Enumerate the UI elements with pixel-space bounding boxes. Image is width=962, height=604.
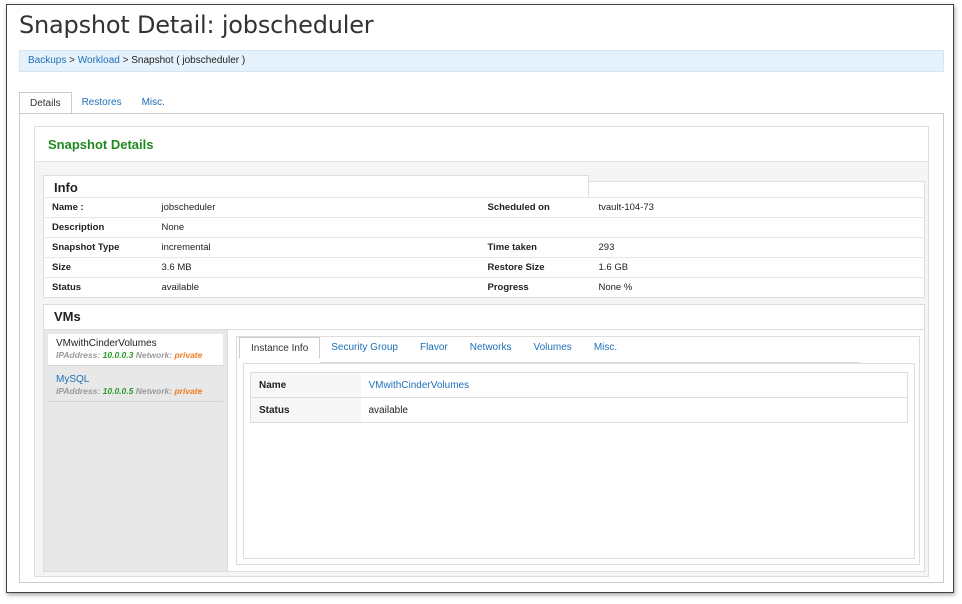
tab-volumes[interactable]: Volumes [522, 337, 582, 359]
vms-panel: VMwithCinderVolumes IPAddress: 10.0.0.3 … [43, 329, 925, 572]
breadcrumb-backups[interactable]: Backups [28, 55, 66, 66]
tab-flavor[interactable]: Flavor [409, 337, 459, 359]
info-value: None % [590, 277, 925, 298]
page-frame: Snapshot Detail: jobscheduler Backups > … [6, 4, 954, 593]
breadcrumb: Backups > Workload > Snapshot ( jobsched… [19, 50, 944, 72]
info-label: Restore Size [479, 257, 591, 278]
info-value [590, 217, 925, 238]
tab-instance-info[interactable]: Instance Info [239, 337, 321, 359]
info-label [479, 217, 591, 238]
vm-network-label: Network: [135, 386, 173, 396]
instance-info-panel: Name VMwithCinderVolumes Status availabl… [243, 363, 915, 559]
main-tabs: Details Restores Misc. [19, 92, 175, 114]
tab-restores[interactable]: Restores [72, 92, 132, 114]
details-tab-panel: Snapshot Details Info Name : jobschedule… [19, 113, 944, 583]
vm-ip: 10.0.0.3 [102, 350, 134, 360]
info-value: 3.6 MB [153, 257, 480, 278]
info-label: Description [43, 217, 154, 238]
info-row-description: Description None [43, 217, 925, 238]
vm-network: private [174, 350, 203, 360]
info-heading-extension [589, 181, 925, 197]
vm-list-item[interactable]: VMwithCinderVolumes IPAddress: 10.0.0.3 … [48, 334, 223, 366]
vm-ip: 10.0.0.5 [102, 386, 134, 396]
vm-ip-label: IPAddress: [56, 386, 101, 396]
tab-misc[interactable]: Misc. [132, 92, 175, 114]
info-value: 293 [590, 237, 925, 258]
instance-status-value: available [360, 397, 908, 423]
breadcrumb-current: Snapshot ( jobscheduler ) [131, 55, 246, 66]
tab-networks[interactable]: Networks [459, 337, 523, 359]
info-table: Name : jobscheduler Scheduled on tvault-… [43, 197, 925, 298]
instance-row-status: Status available [250, 397, 908, 423]
vm-network: private [174, 386, 203, 396]
tab-details[interactable]: Details [19, 92, 72, 114]
info-row-name: Name : jobscheduler Scheduled on tvault-… [43, 197, 925, 218]
info-label: Size [43, 257, 154, 278]
vm-network-label: Network: [135, 350, 173, 360]
info-label: Name : [43, 197, 154, 218]
breadcrumb-workload[interactable]: Workload [78, 55, 120, 66]
info-value: tvault-104-73 [590, 197, 925, 218]
vm-meta: IPAddress: 10.0.0.3 Network: private [56, 350, 215, 361]
info-row-status: Status available Progress None % [43, 277, 925, 298]
vm-list: VMwithCinderVolumes IPAddress: 10.0.0.3 … [44, 330, 228, 571]
info-label: Scheduled on [479, 197, 591, 218]
vm-meta: IPAddress: 10.0.0.5 Network: private [56, 386, 215, 397]
page-title: Snapshot Detail: jobscheduler [19, 11, 374, 39]
instance-name-label: Name [250, 372, 361, 398]
vm-ip-label: IPAddress: [56, 350, 101, 360]
info-value: None [153, 217, 480, 238]
info-section-heading: Info [43, 175, 589, 197]
info-label: Progress [479, 277, 591, 298]
snapshot-details-card: Snapshot Details Info Name : jobschedule… [34, 126, 929, 577]
tab-vm-misc[interactable]: Misc. [583, 337, 628, 359]
info-value: 1.6 GB [590, 257, 925, 278]
instance-name-link[interactable]: VMwithCinderVolumes [360, 372, 908, 398]
instance-info-table: Name VMwithCinderVolumes Status availabl… [250, 372, 908, 423]
tab-security-group[interactable]: Security Group [320, 337, 409, 359]
info-value: incremental [153, 237, 480, 258]
breadcrumb-separator: > [122, 55, 129, 66]
info-row-snapshot-type: Snapshot Type incremental Time taken 293 [43, 237, 925, 258]
vm-list-item[interactable]: MySQL IPAddress: 10.0.0.5 Network: priva… [48, 370, 223, 402]
vms-section-heading: VMs [43, 304, 925, 329]
vm-detail-tabs: Instance Info Security Group Flavor Netw… [237, 337, 628, 359]
breadcrumb-separator: > [69, 55, 75, 66]
instance-row-name: Name VMwithCinderVolumes [250, 372, 908, 398]
info-label: Status [43, 277, 154, 298]
info-label: Time taken [479, 237, 591, 258]
info-label: Snapshot Type [43, 237, 154, 258]
info-value: available [153, 277, 480, 298]
snapshot-details-heading: Snapshot Details [48, 137, 154, 152]
vm-name: MySQL [56, 374, 90, 385]
info-row-size: Size 3.6 MB Restore Size 1.6 GB [43, 257, 925, 278]
vm-detail-panel: Instance Info Security Group Flavor Netw… [236, 336, 920, 565]
info-value: jobscheduler [153, 197, 480, 218]
snapshot-details-header: Snapshot Details [35, 127, 928, 162]
instance-status-label: Status [250, 397, 361, 423]
vm-name: VMwithCinderVolumes [56, 338, 157, 349]
